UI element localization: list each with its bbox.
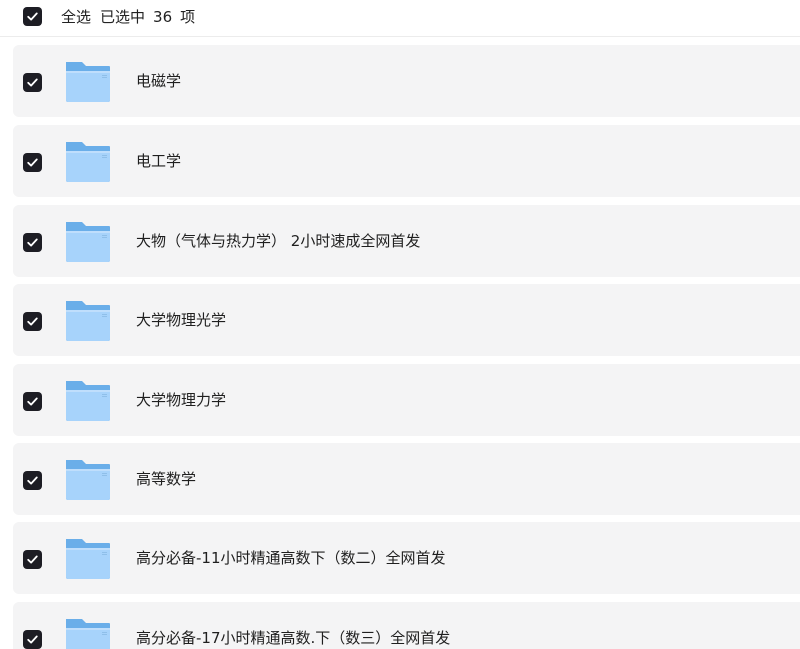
item-checkbox[interactable] xyxy=(23,630,42,649)
folder-icon xyxy=(66,301,110,341)
folder-icon xyxy=(66,460,110,500)
select-all-checkbox[interactable] xyxy=(23,7,42,26)
list-item[interactable]: 高分必备-11小时精通高数下（数二）全网首发 xyxy=(13,522,800,594)
folder-icon xyxy=(66,539,110,579)
check-icon xyxy=(27,158,38,167)
selected-suffix: 项 xyxy=(180,8,196,26)
folder-icon xyxy=(66,222,110,262)
check-icon xyxy=(27,476,38,485)
folder-name: 大学物理力学 xyxy=(136,391,227,409)
folder-name: 大学物理光学 xyxy=(136,311,227,329)
list-item[interactable]: 大学物理力学 xyxy=(13,364,800,436)
folder-name: 高分必备-11小时精通高数下（数二）全网首发 xyxy=(136,549,446,567)
folder-name: 大物（气体与热力学） 2小时速成全网首发 xyxy=(136,232,421,250)
selection-header: 全选 已选中 36 项 xyxy=(0,0,800,37)
item-checkbox[interactable] xyxy=(23,312,42,331)
list-item[interactable]: 大学物理光学 xyxy=(13,284,800,356)
folder-icon xyxy=(66,62,110,102)
selection-summary: 全选 已选中 36 项 xyxy=(61,0,195,34)
check-icon xyxy=(27,635,38,644)
list-item[interactable]: 高等数学 xyxy=(13,443,800,515)
item-checkbox[interactable] xyxy=(23,73,42,92)
folder-name: 电磁学 xyxy=(136,72,182,90)
check-icon xyxy=(27,78,38,87)
item-checkbox[interactable] xyxy=(23,153,42,172)
check-icon xyxy=(27,238,38,247)
folder-name: 高分必备-17小时精通高数.下（数三）全网首发 xyxy=(136,629,451,647)
folder-icon xyxy=(66,381,110,421)
list-item[interactable]: 高分必备-17小时精通高数.下（数三）全网首发 xyxy=(13,602,800,649)
check-icon xyxy=(27,12,38,21)
item-checkbox[interactable] xyxy=(23,392,42,411)
selected-count: 36 xyxy=(153,8,173,26)
list-item[interactable]: 电工学 xyxy=(13,125,800,197)
item-checkbox[interactable] xyxy=(23,550,42,569)
file-list: 电磁学 电工学 大物（气体与热力学） 2小时速成全网首发 大学物理光学 大学物理… xyxy=(0,0,800,649)
file-list-page: 电磁学 电工学 大物（气体与热力学） 2小时速成全网首发 大学物理光学 大学物理… xyxy=(0,0,800,649)
item-checkbox[interactable] xyxy=(23,471,42,490)
folder-icon xyxy=(66,142,110,182)
list-item[interactable]: 大物（气体与热力学） 2小时速成全网首发 xyxy=(13,205,800,277)
selected-prefix: 已选中 xyxy=(100,8,146,26)
check-icon xyxy=(27,317,38,326)
folder-name: 高等数学 xyxy=(136,470,197,488)
list-item[interactable]: 电磁学 xyxy=(13,45,800,117)
select-all-label[interactable]: 全选 xyxy=(61,0,91,34)
item-checkbox[interactable] xyxy=(23,233,42,252)
folder-icon xyxy=(66,619,110,649)
check-icon xyxy=(27,555,38,564)
folder-name: 电工学 xyxy=(136,152,182,170)
check-icon xyxy=(27,397,38,406)
